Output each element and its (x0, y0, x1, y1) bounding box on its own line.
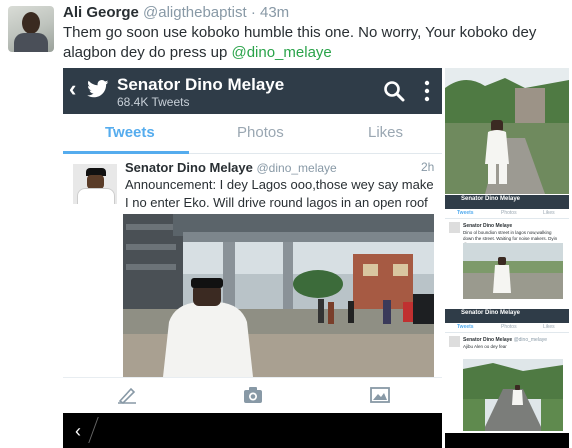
mini-tab-tweets: Tweets (457, 324, 474, 330)
mini-nav-bar (445, 433, 569, 448)
mini-tabs: Tweets Photos Likes (445, 323, 569, 333)
mini-tab-photos: Photos (501, 210, 517, 216)
tab-tweets[interactable]: Tweets (105, 124, 155, 141)
separator-dot: · (250, 4, 256, 21)
tab-likes[interactable]: Likes (368, 124, 403, 141)
avatar-body (14, 33, 48, 52)
avatar-face (87, 175, 104, 189)
mini-app-bar: Senator Dino Melaye (445, 195, 569, 209)
mini-avatar (449, 222, 460, 233)
mini-author-name: Senator Dino Melaye (463, 223, 513, 229)
tab-photos[interactable]: Photos (237, 124, 284, 141)
chevron-left-icon[interactable]: ‹ (69, 78, 76, 100)
author-avatar[interactable] (8, 6, 54, 52)
author-handle[interactable]: @aligthebaptist (143, 4, 247, 21)
system-nav-bar: ‹ (63, 413, 442, 448)
mention-link[interactable]: @dino_melaye (231, 44, 331, 61)
twitter-bird-icon (87, 80, 109, 98)
mini-title: Senator Dino Melaye (461, 196, 521, 202)
tweet-text: Them go soon use koboko humble this one.… (63, 23, 563, 63)
inner-tweet-time: 2h (421, 160, 435, 174)
mini-app-bar: Senator Dino Melaye (445, 309, 569, 323)
mini-tab-likes: Likes (543, 324, 555, 330)
camera-icon[interactable] (243, 386, 263, 404)
inner-tweet-header: Senator Dino Melaye @dino_melaye (125, 160, 337, 175)
active-tab-indicator (63, 151, 189, 154)
mini-tab-likes: Likes (543, 210, 555, 216)
mini-tab-photos: Photos (501, 324, 517, 330)
mini-photo (463, 359, 563, 431)
nav-back-button[interactable]: ‹ (75, 421, 81, 442)
mini-author-label: Senator Dino Melaye (463, 337, 513, 343)
image-icon[interactable] (370, 386, 390, 404)
author-name[interactable]: Ali George (63, 4, 139, 21)
mini-avatar (449, 336, 460, 347)
tweet-header: Ali George @aligthebaptist · 43m (63, 4, 289, 21)
tweet-timestamp[interactable]: 43m (260, 4, 289, 21)
street-photo[interactable] (123, 214, 434, 377)
overflow-menu-icon[interactable] (423, 80, 431, 102)
inner-author-handle[interactable]: @dino_melaye (257, 161, 337, 175)
mini-author-name: Senator Dino Melaye @dino_melaye (463, 337, 547, 343)
dino-avatar[interactable] (73, 164, 117, 204)
profile-tabs: Tweets Photos Likes (63, 114, 442, 154)
mini-tab-tweets: Tweets (457, 210, 474, 216)
mini-title: Senator Dino Melaye (461, 310, 521, 316)
tweet-count: 68.4K Tweets (117, 95, 190, 109)
inner-author-name[interactable]: Senator Dino Melaye (125, 160, 253, 175)
search-icon[interactable] (383, 80, 405, 102)
avatar-head (22, 12, 40, 34)
profile-title: Senator Dino Melaye (117, 75, 285, 94)
screenshot-thumbnail-2[interactable]: Senator Dino Melaye Tweets Photos Likes … (445, 195, 569, 307)
nav-divider (88, 417, 99, 443)
mini-tweet-text: Ajibu Alen oo dey fear (463, 344, 507, 349)
screenshot-thumbnail-3[interactable]: Senator Dino Melaye Tweets Photos Likes … (445, 309, 569, 448)
avatar-robe (77, 188, 115, 204)
mini-photo (463, 243, 563, 299)
compose-toolbar (63, 377, 442, 413)
mini-tabs: Tweets Photos Likes (445, 209, 569, 219)
embedded-screenshot[interactable]: ‹ Senator Dino Melaye 68.4K Tweets Tweet… (63, 68, 442, 448)
inner-tweet-text: Announcement: I dey Lagos ooo,those wey … (125, 177, 434, 210)
compose-icon[interactable] (117, 386, 137, 404)
app-bar: ‹ Senator Dino Melaye 68.4K Tweets (63, 68, 442, 114)
photo-thumbnail-1[interactable] (445, 68, 569, 194)
mini-author-handle: @dino_melaye (513, 337, 548, 343)
